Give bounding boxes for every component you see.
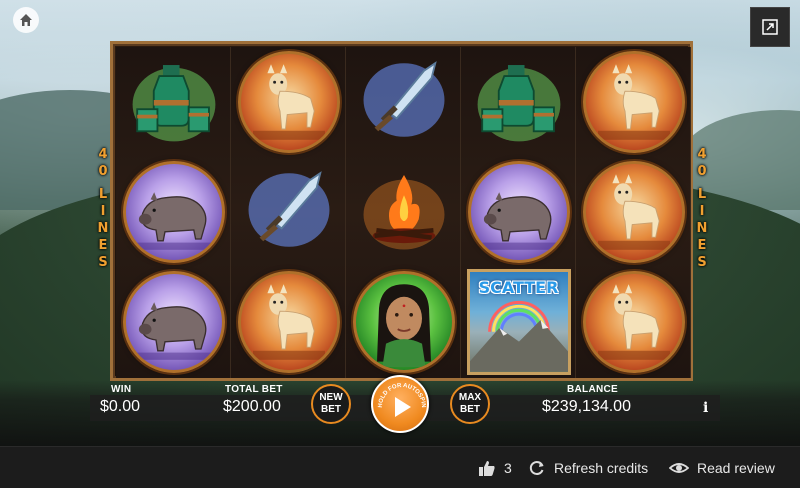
lines-char: 0: [697, 164, 707, 179]
lines-char: L: [98, 187, 108, 202]
read-review-button[interactable]: Read review: [669, 459, 775, 477]
deer-icon: [582, 161, 685, 263]
total-bet-value: $200.00: [223, 398, 281, 415]
lines-char: N: [696, 221, 708, 236]
lines-char: I: [100, 204, 106, 219]
reel-column: [576, 47, 691, 378]
balance-label: BALANCE: [567, 384, 618, 395]
reel-column: [116, 47, 231, 378]
total-bet-label: TOTAL BET: [225, 384, 283, 395]
like-count: 3: [504, 460, 512, 476]
reel-symbol-deer: [231, 47, 346, 157]
reel-column: [231, 47, 346, 378]
deer-icon: [582, 271, 685, 373]
new-bet-label: NEW BET: [319, 392, 343, 415]
campfire-icon: [358, 164, 450, 261]
max-bet-button[interactable]: MAX BET: [450, 384, 490, 424]
deer-icon: [237, 271, 340, 373]
lines-char: 4: [98, 147, 108, 162]
lines-char: I: [699, 204, 705, 219]
reel-symbol-deer: [576, 47, 691, 157]
girl-icon: [352, 271, 455, 373]
play-icon: [395, 397, 411, 417]
spin-button[interactable]: HOLD FOR AUTOSPIN: [371, 375, 429, 433]
game-stage: 4 0 L I N E S 4 0 L I N E S SCATTER WIN …: [0, 0, 800, 446]
reels-frame: SCATTER: [110, 41, 693, 381]
reel-symbol-girl: [346, 267, 461, 377]
deer-icon: [582, 51, 685, 153]
potion-icon: [128, 54, 220, 151]
reel-symbol-dagger: [346, 47, 461, 157]
potion-icon: [473, 54, 565, 151]
expand-icon: [762, 19, 778, 35]
reel-symbol-scatter: SCATTER: [461, 267, 576, 377]
reel-symbol-boar: [116, 267, 231, 377]
reel-column: [346, 47, 461, 378]
fullscreen-button[interactable]: [750, 7, 790, 47]
reel-symbol-deer: [576, 267, 691, 377]
thumbs-up-icon: [479, 461, 495, 476]
lines-char: S: [98, 255, 108, 270]
deer-icon: [237, 51, 340, 153]
lines-indicator-left: 4 0 L I N E S: [95, 146, 111, 271]
lines-char: E: [697, 238, 707, 253]
lines-char: E: [98, 238, 108, 253]
reel-symbol-potion: [461, 47, 576, 157]
max-bet-label: MAX BET: [458, 392, 482, 415]
eye-icon: [669, 463, 689, 473]
refresh-credits-label: Refresh credits: [554, 460, 649, 476]
home-icon: [20, 14, 32, 26]
lines-char: 4: [697, 147, 707, 162]
balance-value: $239,134.00: [542, 398, 631, 415]
reel-symbol-deer: [576, 157, 691, 267]
reel-column: SCATTER: [461, 47, 576, 378]
dagger-icon: [243, 164, 335, 261]
lines-char: N: [97, 221, 109, 236]
win-value: $0.00: [100, 398, 141, 415]
scatter-icon: SCATTER: [466, 269, 571, 375]
refresh-credits-button[interactable]: Refresh credits: [528, 459, 648, 477]
boar-icon: [122, 271, 225, 373]
reel-symbol-boar: [116, 157, 231, 267]
refresh-icon: [529, 461, 544, 475]
reel-symbol-campfire: [346, 157, 461, 267]
reel-symbol-potion: [116, 47, 231, 157]
footer-bar: 3 Refresh credits Read review: [0, 446, 800, 488]
lines-char: 0: [98, 164, 108, 179]
dagger-icon: [358, 54, 450, 151]
read-review-label: Read review: [697, 460, 775, 476]
boar-icon: [122, 161, 225, 263]
lines-char: S: [697, 255, 707, 270]
new-bet-button[interactable]: NEW BET: [311, 384, 351, 424]
reel-symbol-deer: [231, 267, 346, 377]
like-button[interactable]: 3: [478, 459, 512, 477]
lines-char: L: [697, 187, 707, 202]
home-button[interactable]: [13, 7, 39, 33]
win-label: WIN: [111, 384, 132, 395]
reel-symbol-boar: [461, 157, 576, 267]
info-button[interactable]: i: [703, 400, 708, 416]
reel-symbol-dagger: [231, 157, 346, 267]
lines-indicator-right: 4 0 L I N E S: [694, 146, 710, 271]
boar-icon: [467, 161, 570, 263]
